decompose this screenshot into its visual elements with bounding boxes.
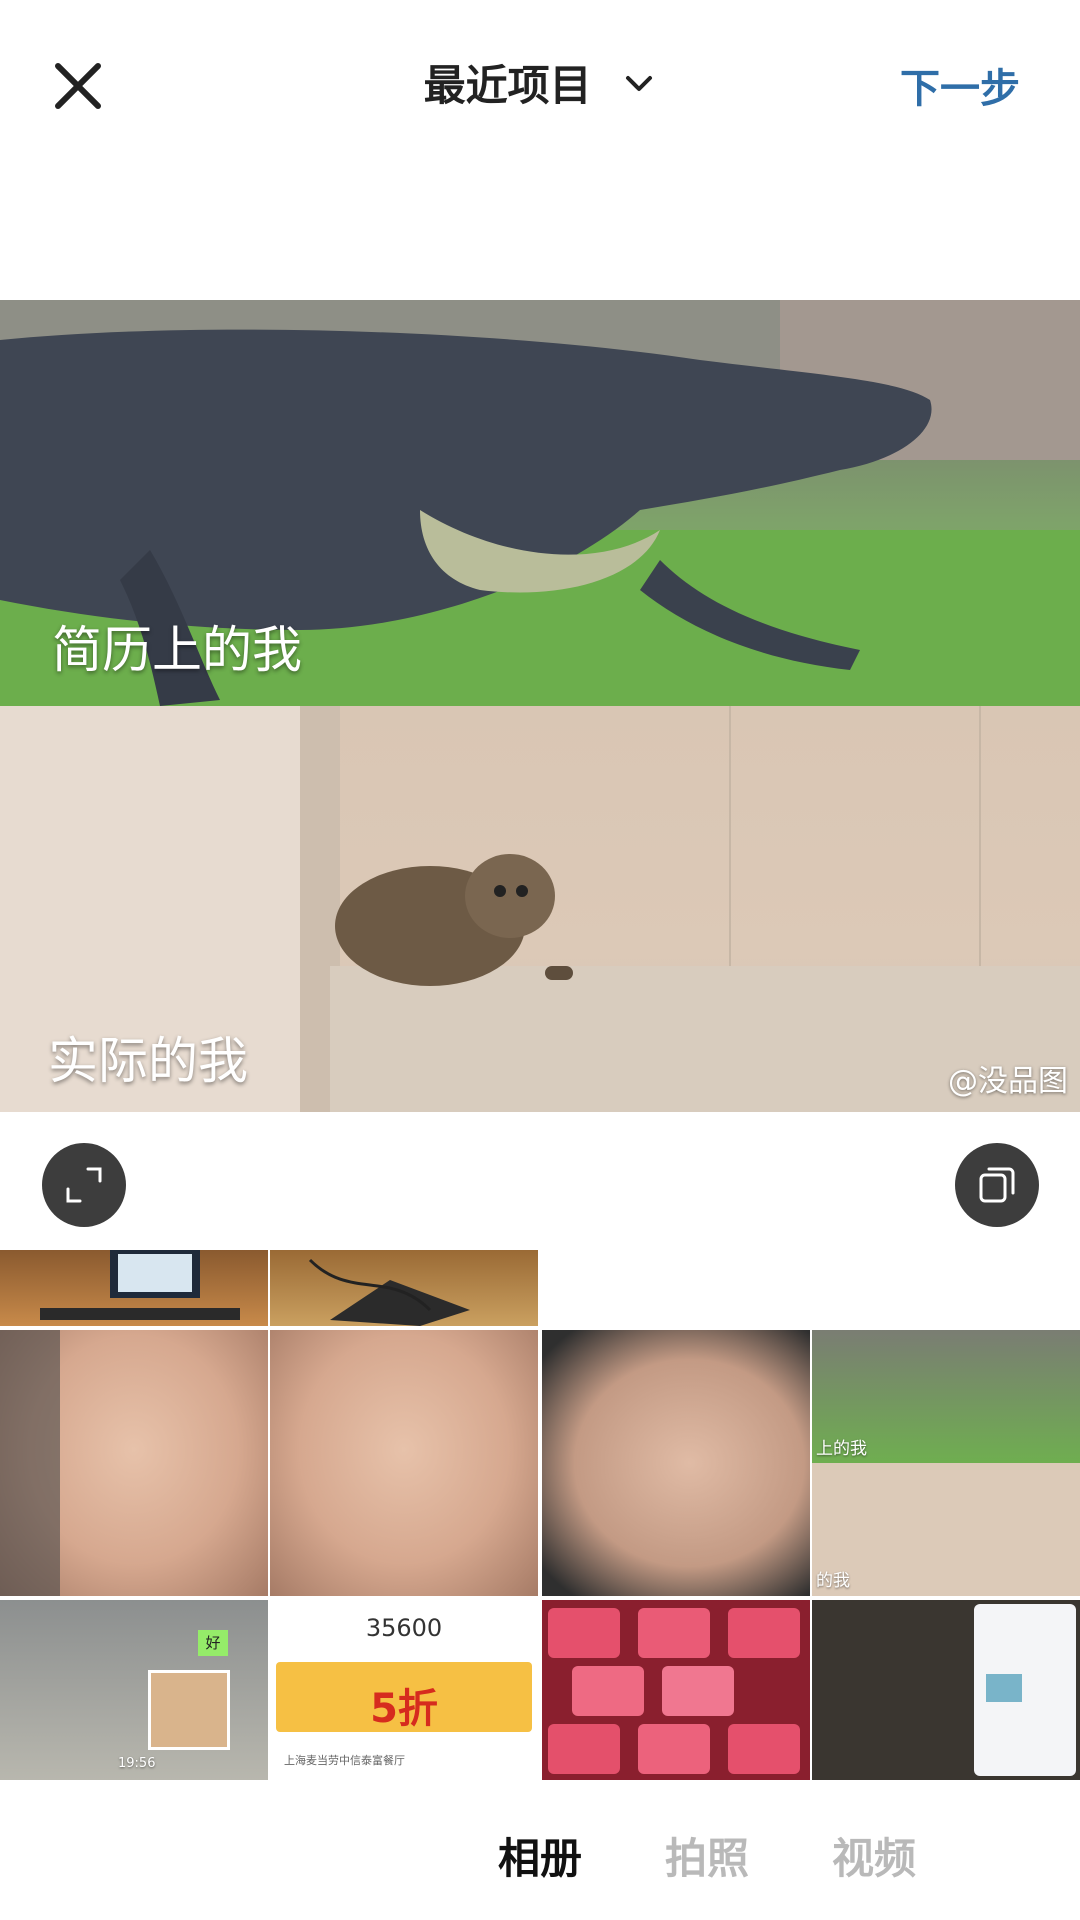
thumbnail[interactable] — [0, 1330, 268, 1596]
selected-tile-top-label: 上的我 — [816, 1439, 867, 1459]
photo-preview: 简历上的我 实际的我 @没品图 — [0, 300, 1080, 1112]
receipt-number: 35600 — [365, 1614, 443, 1642]
multi-select-button[interactable] — [955, 1143, 1039, 1227]
cable-image — [308, 1258, 470, 1326]
thumbnail[interactable]: 35600 5折 上海麦当劳中信泰富餐厅 — [270, 1600, 538, 1780]
chat-bubble: 好 — [198, 1630, 228, 1656]
promo-text: 5折 — [370, 1686, 438, 1732]
promo-banner: 5折 — [276, 1662, 532, 1732]
preview-top-panel: 简历上的我 — [0, 300, 1080, 706]
chevron-down-icon — [626, 75, 653, 91]
bottom-tab-bar: 相册 拍照 视频 — [0, 1780, 1080, 1920]
thumbnail[interactable]: 好 19:56 — [0, 1600, 268, 1780]
thumbnail[interactable] — [542, 1600, 810, 1780]
top-bar: 最近项目 下一步 — [0, 0, 1080, 170]
photo-grid: 上的我 的我 好 19:56 35600 5折 上海麦当劳中信泰富餐厅 — [0, 1250, 1080, 1780]
receipt-address: 上海麦当劳中信泰富餐厅 — [284, 1754, 405, 1767]
tab-camera[interactable]: 拍照 — [665, 1825, 749, 1886]
keyboard-image — [548, 1608, 800, 1774]
preview-bottom-panel: 实际的我 @没品图 — [0, 706, 1080, 1112]
expand-button[interactable] — [42, 1143, 126, 1227]
monitor-image — [40, 1250, 240, 1320]
thumbnail[interactable] — [812, 1600, 1080, 1780]
selected-tile-bottom-label: 的我 — [816, 1571, 850, 1591]
next-step-button[interactable]: 下一步 — [900, 56, 1020, 114]
bottom-caption: 实际的我 — [48, 1032, 248, 1090]
album-title: 最近项目 — [423, 61, 592, 110]
chat-time: 19:56 — [118, 1756, 156, 1771]
phone-screen-image — [974, 1604, 1076, 1776]
expand-icon — [66, 1167, 102, 1203]
tab-video[interactable]: 视频 — [832, 1825, 916, 1886]
thumbnail[interactable] — [270, 1250, 538, 1326]
thumbnail[interactable] — [270, 1330, 538, 1596]
multi-select-icon — [979, 1167, 1015, 1203]
thumbnail[interactable] — [542, 1330, 810, 1596]
thumbnail-selected[interactable]: 上的我 的我 — [812, 1330, 1080, 1596]
thumbnail[interactable] — [0, 1250, 268, 1326]
chat-sticker-image — [148, 1670, 230, 1750]
top-caption: 简历上的我 — [52, 621, 302, 679]
tab-album[interactable]: 相册 — [498, 1825, 582, 1886]
watermark: @没品图 — [948, 1064, 1068, 1099]
